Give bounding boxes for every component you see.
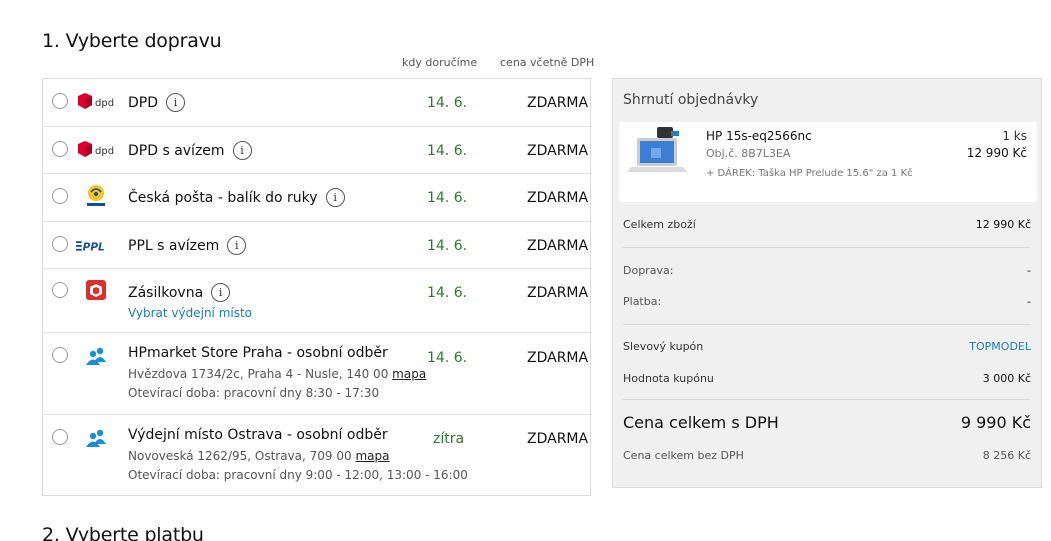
radio-ceska-posta[interactable]: [52, 188, 68, 204]
zasilkovna-logo: [76, 280, 116, 300]
order-summary-panel: Shrnutí objednávky HP 15s-eq2566nc Obj.č…: [612, 78, 1042, 488]
ppl-logo: PPL: [76, 235, 116, 255]
shipping-price: ZDARMA: [527, 238, 589, 254]
shipping-option-dpd[interactable]: dpd DPD i 14. 6. ZDARMA: [43, 79, 590, 127]
payment-label: Platba:: [623, 295, 662, 308]
total-with-vat-line: Cena celkem s DPH 9 990 Kč: [623, 413, 1031, 432]
divider: [623, 324, 1031, 325]
select-pickup-point-link[interactable]: Vybrat výdejní místo: [128, 306, 252, 320]
divider: [623, 247, 1031, 248]
summary-title: Shrnutí objednávky: [623, 92, 759, 108]
column-header-price: cena včetně DPH: [500, 56, 595, 69]
radio-dpd[interactable]: [52, 93, 68, 109]
shipping-name: Zásilkovna i: [128, 283, 231, 302]
shipping-name: HPmarket Store Praha - osobní odběr: [128, 345, 388, 361]
coupon-amount-label: Hodnota kupónu: [623, 372, 714, 385]
map-link[interactable]: mapa: [355, 449, 389, 463]
svg-text:dpd: dpd: [95, 146, 114, 157]
total-without-vat-label: Cena celkem bez DPH: [623, 449, 744, 462]
product-quantity: 1 ks: [1002, 129, 1027, 143]
payment-line: Platba: -: [623, 295, 1031, 308]
product-code: Obj.č. 8B7L3EA: [706, 147, 791, 160]
shipping-name: PPL s avízem i: [128, 236, 247, 255]
map-link[interactable]: mapa: [392, 367, 426, 381]
shipping-price: ZDARMA: [527, 190, 589, 206]
info-icon[interactable]: i: [325, 188, 345, 207]
delivery-date: 14. 6.: [427, 143, 468, 159]
delivery-date: zítra: [433, 431, 465, 447]
goods-total-value: 12 990 Kč: [975, 218, 1031, 231]
total-with-vat-value: 9 990 Kč: [960, 413, 1031, 432]
info-icon[interactable]: i: [211, 283, 231, 302]
dpd-logo: dpd: [76, 92, 116, 112]
coupon-label: Slevový kupón: [623, 340, 704, 353]
people-icon: [76, 428, 116, 448]
opening-hours: Otevírací doba: pracovní dny 9:00 - 12:0…: [128, 468, 468, 482]
shipping-price: ZDARMA: [527, 431, 589, 447]
radio-dpd-avizo[interactable]: [52, 141, 68, 157]
shipping-name: DPD s avízem i: [128, 141, 252, 160]
shipping-price: ZDARMA: [527, 143, 589, 159]
radio-ppl[interactable]: [52, 236, 68, 252]
dpd-logo: dpd: [76, 140, 116, 160]
svg-text:dpd: dpd: [95, 98, 114, 109]
total-with-vat-label: Cena celkem s DPH: [623, 413, 779, 432]
laptop-image: [627, 126, 689, 188]
shipping-line: Doprava: -: [623, 264, 1031, 277]
delivery-date: 14. 6.: [427, 190, 468, 206]
shipping-price: ZDARMA: [527, 285, 589, 301]
coupon-amount-line: Hodnota kupónu 3 000 Kč: [623, 372, 1031, 385]
store-address: Hvězdova 1734/2c, Praha 4 - Nusle, 140 0…: [128, 367, 427, 381]
shipping-option-dpd-avizo[interactable]: dpd DPD s avízem i 14. 6. ZDARMA: [43, 127, 590, 174]
shipping-option-hpmarket-praha[interactable]: HPmarket Store Praha - osobní odběr Hvěz…: [43, 333, 590, 415]
coupon-line: Slevový kupón TOPMODEL: [623, 340, 1031, 353]
shipping-name: DPD i: [128, 93, 186, 112]
shipping-price: ZDARMA: [527, 95, 589, 111]
total-without-vat-value: 8 256 Kč: [982, 449, 1031, 462]
people-icon: [76, 346, 116, 366]
shipping-value: -: [1027, 264, 1031, 277]
store-address: Novoveská 1262/95, Ostrava, 709 00 mapa: [128, 449, 390, 463]
section-title-shipping: 1. Vyberte dopravu: [42, 30, 222, 52]
divider: [623, 399, 1031, 400]
radio-hpmarket-praha[interactable]: [52, 347, 68, 363]
coupon-code[interactable]: TOPMODEL: [969, 340, 1031, 353]
product-card: HP 15s-eq2566nc Obj.č. 8B7L3EA + DÁREK: …: [619, 122, 1037, 202]
radio-ostrava[interactable]: [52, 429, 68, 445]
info-icon[interactable]: i: [166, 93, 186, 112]
shipping-option-ostrava[interactable]: Výdejní místo Ostrava - osobní odběr Nov…: [43, 415, 590, 495]
delivery-date: 14. 6.: [427, 238, 468, 254]
radio-zasilkovna[interactable]: [52, 282, 68, 298]
shipping-option-zasilkovna[interactable]: Zásilkovna i Vybrat výdejní místo 14. 6.…: [43, 269, 590, 333]
ceska-posta-logo: [76, 184, 116, 208]
column-header-delivery-date: kdy doručíme: [402, 56, 478, 69]
shipping-option-ceska-posta[interactable]: Česká pošta - balík do ruky i 14. 6. ZDA…: [43, 174, 590, 222]
opening-hours: Otevírací doba: pracovní dny 8:30 - 17:3…: [128, 386, 380, 400]
product-price: 12 990 Kč: [966, 146, 1027, 160]
shipping-name: Výdejní místo Ostrava - osobní odběr: [128, 427, 388, 443]
delivery-date: 14. 6.: [427, 95, 468, 111]
shipping-price: ZDARMA: [527, 350, 589, 366]
shipping-options-list: dpd DPD i 14. 6. ZDARMA dpd DPD s avízem…: [42, 78, 591, 496]
shipping-option-ppl[interactable]: PPL PPL s avízem i 14. 6. ZDARMA: [43, 222, 590, 269]
total-without-vat-line: Cena celkem bez DPH 8 256 Kč: [623, 449, 1031, 462]
section-title-payment: 2. Vyberte platbu: [42, 524, 204, 541]
coupon-amount-value: 3 000 Kč: [982, 372, 1031, 385]
delivery-date: 14. 6.: [427, 285, 468, 301]
goods-total-line: Celkem zboží 12 990 Kč: [623, 218, 1031, 231]
shipping-label: Doprava:: [623, 264, 674, 277]
shipping-name: Česká pošta - balík do ruky i: [128, 188, 345, 207]
delivery-date: 14. 6.: [427, 350, 468, 366]
product-gift: + DÁREK: Taška HP Prelude 15.6" za 1 Kč: [706, 168, 913, 179]
info-icon[interactable]: i: [227, 236, 247, 255]
product-name[interactable]: HP 15s-eq2566nc: [706, 129, 812, 143]
payment-value: -: [1027, 295, 1031, 308]
svg-text:PPL: PPL: [83, 242, 105, 253]
info-icon[interactable]: i: [232, 141, 252, 160]
goods-total-label: Celkem zboží: [623, 218, 696, 231]
